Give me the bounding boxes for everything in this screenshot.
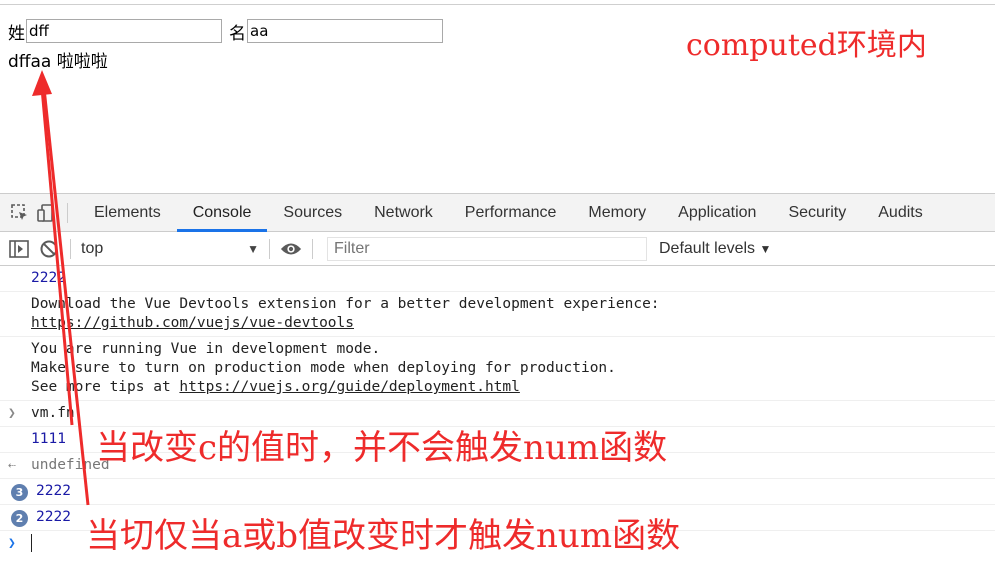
log-levels-label: Default levels	[659, 239, 756, 257]
console-message: 2222	[0, 266, 995, 292]
context-dropdown-icon: ▼	[247, 241, 259, 256]
log-levels-dropdown[interactable]: Default levels ▼	[659, 240, 771, 258]
log-number: 2222	[31, 270, 66, 286]
toolbar-separator-3	[312, 238, 313, 259]
tab-application[interactable]: Application	[662, 194, 772, 231]
tab-performance[interactable]: Performance	[449, 194, 573, 231]
inspect-element-icon[interactable]	[9, 202, 31, 224]
surname-input[interactable]	[26, 19, 222, 43]
surname-label: 姓	[8, 23, 25, 44]
console-message: You are running Vue in development mode.…	[0, 337, 995, 401]
text-caret	[31, 534, 32, 552]
result-arrow-icon: ⇠	[8, 458, 16, 473]
clear-console-icon[interactable]	[38, 238, 60, 260]
log-levels-chevron-icon: ▼	[759, 241, 772, 256]
annotation-change-c: 当改变c的值时，并不会触发num函数	[96, 428, 668, 468]
log-number: 2222	[36, 483, 71, 499]
sidebar-toggle-icon[interactable]	[8, 238, 30, 260]
top-divider	[0, 4, 995, 5]
name-form: 姓 名	[8, 17, 450, 45]
annotation-arrowhead-icon	[32, 70, 52, 96]
full-name-result: dffaa 啦啦啦	[8, 52, 108, 72]
devtools-tabbar: Elements Console Sources Network Perform…	[0, 193, 995, 232]
tab-sources[interactable]: Sources	[267, 194, 358, 231]
console-toolbar: top ▼ Default levels ▼	[0, 232, 995, 266]
tabbar-separator	[67, 202, 68, 223]
tab-console[interactable]: Console	[176, 194, 268, 232]
tab-memory[interactable]: Memory	[572, 194, 662, 231]
console-input-command: vm.fn	[31, 405, 75, 421]
dev-mode-line-3: See more tips at	[31, 379, 180, 395]
deployment-link[interactable]: https://vuejs.org/guide/deployment.html	[179, 379, 519, 395]
log-number: 2222	[36, 509, 71, 525]
repeat-count-badge: 2	[11, 510, 28, 527]
name-label: 名	[229, 23, 246, 44]
devtools-link[interactable]: https://github.com/vuejs/vue-devtools	[31, 315, 354, 331]
prompt-chevron-icon: ❯	[8, 536, 16, 551]
name-input[interactable]	[247, 19, 443, 43]
console-message: 3 2222	[0, 479, 995, 505]
repeat-count-badge: 3	[11, 484, 28, 501]
dev-mode-line-2: Make sure to turn on production mode whe…	[31, 360, 616, 376]
tab-security[interactable]: Security	[772, 194, 862, 231]
tab-audits[interactable]: Audits	[862, 194, 938, 231]
devtools-message: Download the Vue Devtools extension for …	[31, 296, 660, 312]
annotation-change-ab: 当切仅当a或b值改变时才触发num函数	[86, 516, 681, 556]
dev-mode-line-1: You are running Vue in development mode.	[31, 341, 381, 357]
console-message: Download the Vue Devtools extension for …	[0, 292, 995, 337]
context-value: top	[81, 239, 104, 257]
live-expression-eye-icon[interactable]	[280, 238, 302, 260]
tab-elements[interactable]: Elements	[78, 194, 177, 231]
context-selector[interactable]: top ▼	[81, 240, 259, 258]
device-toolbar-icon[interactable]	[35, 202, 57, 224]
toolbar-separator-2	[269, 238, 270, 259]
annotation-computed: computed环境内	[686, 28, 927, 63]
toolbar-separator	[70, 238, 71, 259]
console-filter-input[interactable]	[327, 236, 647, 261]
log-number: 1111	[31, 431, 66, 447]
tab-network[interactable]: Network	[358, 194, 449, 231]
input-chevron-icon: ❯	[8, 406, 16, 421]
